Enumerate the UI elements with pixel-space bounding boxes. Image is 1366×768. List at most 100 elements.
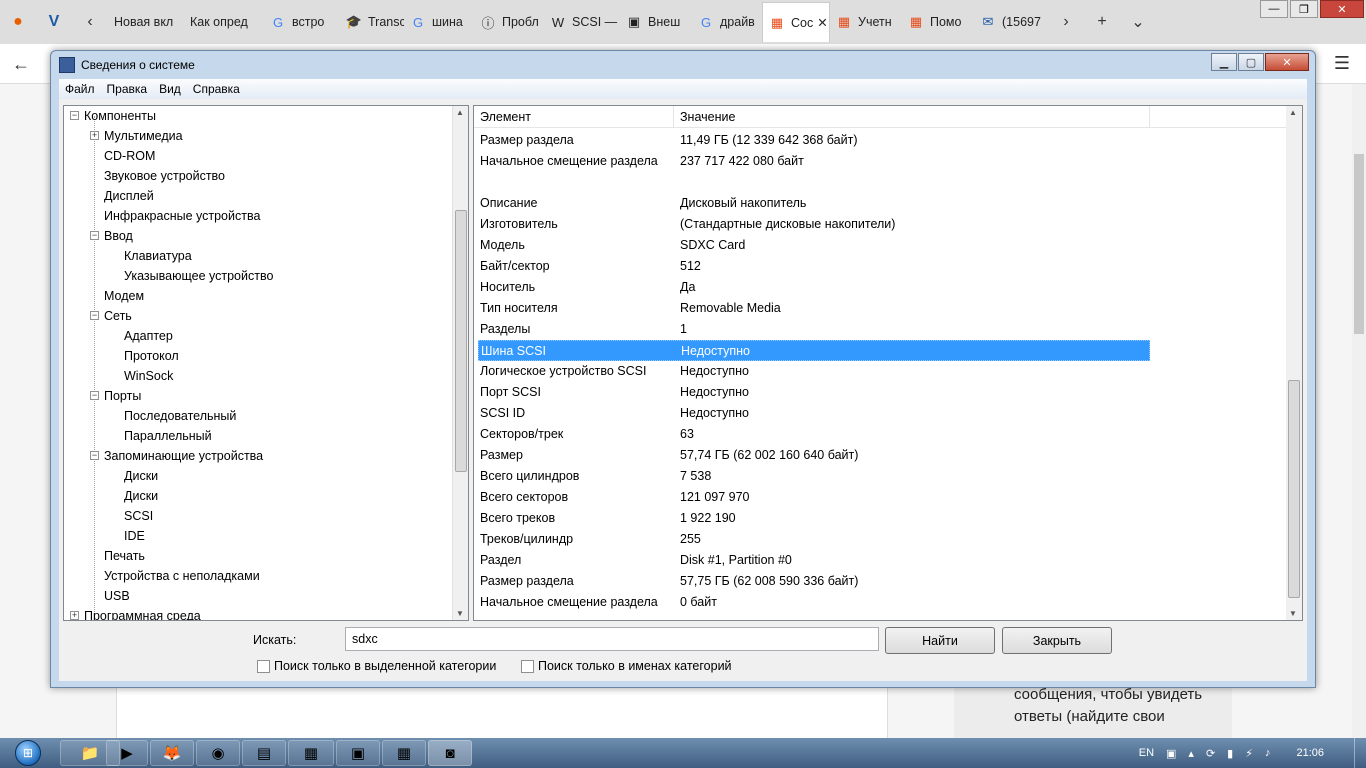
close-icon[interactable]: ✕: [1265, 53, 1309, 71]
collapse-icon[interactable]: −: [70, 111, 79, 120]
list-scroll-thumb[interactable]: [1288, 380, 1300, 598]
window-titlebar[interactable]: Сведения о системе ▁ ▢ ✕: [51, 51, 1315, 79]
list-row[interactable]: Байт/сектор 512: [478, 256, 1150, 277]
tray-sync-icon[interactable]: ⟳: [1206, 747, 1215, 760]
search-category-names-checkbox[interactable]: Поиск только в именах категорий: [521, 659, 732, 673]
tree-item[interactable]: Порты: [104, 386, 141, 406]
menu-view[interactable]: Вид: [159, 82, 181, 96]
tree-item[interactable]: Программная среда: [84, 606, 201, 620]
tree-item[interactable]: Мультимедиа: [104, 126, 183, 146]
close-tab-icon[interactable]: ✕: [817, 15, 827, 30]
show-desktop-button[interactable]: [1354, 738, 1366, 768]
media-player-icon[interactable]: ▶: [106, 740, 148, 766]
tree-item[interactable]: Ввод: [104, 226, 133, 246]
list-row[interactable]: Размер 57,74 ГБ (62 002 160 640 байт): [478, 445, 1150, 466]
collapse-icon[interactable]: −: [90, 311, 99, 320]
firefox-taskbar-icon[interactable]: 🦊: [150, 740, 194, 766]
list-row[interactable]: Логическое устройство SCSI Недоступно: [478, 361, 1150, 382]
checkbox-box[interactable]: [521, 659, 534, 673]
browser-tab[interactable]: Gшина: [404, 2, 474, 42]
tabs-scroll-right-icon[interactable]: ›: [1048, 0, 1084, 44]
search-input[interactable]: [345, 627, 879, 651]
tree-item[interactable]: Звуковое устройство: [104, 166, 225, 186]
clock[interactable]: 21:06: [1296, 747, 1324, 759]
tree-item[interactable]: Протокол: [124, 346, 179, 366]
restore-icon[interactable]: ❐: [1290, 0, 1318, 18]
remote-desktop-icon[interactable]: ▣: [336, 740, 380, 766]
back-arrow-icon[interactable]: ←: [12, 54, 30, 75]
tree-item[interactable]: WinSock: [124, 366, 173, 386]
vivaldi-icon[interactable]: V: [36, 0, 72, 44]
scroll-up-icon[interactable]: ▲: [1289, 108, 1297, 117]
expand-icon[interactable]: +: [70, 611, 79, 620]
tree-item[interactable]: Компоненты: [84, 106, 156, 126]
browser-tab[interactable]: ▦ Помо: [902, 2, 974, 42]
list-row[interactable]: Начальное смещение раздела 0 байт: [478, 592, 1150, 613]
minimize-icon[interactable]: ▁: [1211, 53, 1237, 71]
notepad-icon[interactable]: ▤: [242, 740, 286, 766]
tab-list-chevron-down-icon[interactable]: ⌄: [1120, 0, 1156, 44]
tree-item[interactable]: IDE: [124, 526, 145, 546]
maximize-icon[interactable]: ▢: [1238, 53, 1264, 71]
tray-app-icon[interactable]: ▣: [1166, 747, 1176, 760]
tabs-scroll-left-icon[interactable]: ‹: [72, 0, 108, 44]
scroll-up-icon[interactable]: ▲: [456, 108, 464, 117]
browser-tab[interactable]: Как опред: [184, 2, 264, 42]
list-row[interactable]: Порт SCSI Недоступно: [478, 382, 1150, 403]
list-scrollbar[interactable]: ▲ ▼: [1286, 106, 1302, 620]
browser-tab[interactable]: ⓘ Пробл: [474, 2, 544, 42]
close-button[interactable]: Закрыть: [1002, 627, 1112, 654]
tree-item[interactable]: Запоминающие устройства: [104, 446, 263, 466]
tree-item[interactable]: Указывающее устройство: [124, 266, 273, 286]
collapse-icon[interactable]: −: [90, 231, 99, 240]
list-row[interactable]: Секторов/трек 63: [478, 424, 1150, 445]
toolbox-icon-2[interactable]: ▦: [382, 740, 426, 766]
list-row[interactable]: Всего треков 1 922 190: [478, 508, 1150, 529]
list-row[interactable]: Описание Дисковый накопитель: [478, 193, 1150, 214]
browser-tab[interactable]: W SCSI —: [544, 2, 620, 42]
start-button[interactable]: ⊞: [4, 738, 52, 768]
tray-arrow-icon[interactable]: ▴: [1188, 747, 1194, 760]
tree-item[interactable]: Модем: [104, 286, 144, 306]
menu-file[interactable]: Файл: [65, 82, 95, 96]
browser-tab[interactable]: Gвстро: [264, 2, 340, 42]
tree-item[interactable]: Сеть: [104, 306, 132, 326]
tray-volume-icon[interactable]: ♪: [1265, 747, 1271, 759]
list-row[interactable]: Изготовитель (Стандартные дисковые накопи…: [478, 214, 1150, 235]
tree-item[interactable]: Последовательный: [124, 406, 236, 426]
list-row[interactable]: Начальное смещение раздела 237 717 422 08…: [478, 151, 1150, 172]
browser-tab[interactable]: ✉ (15697: [974, 2, 1048, 42]
scroll-down-icon[interactable]: ▼: [456, 609, 464, 618]
list-row[interactable]: Размер раздела 57,75 ГБ (62 008 590 336 б…: [478, 571, 1150, 592]
minimize-icon[interactable]: —: [1260, 0, 1288, 18]
close-icon[interactable]: ✕: [1320, 0, 1364, 18]
tree-item[interactable]: Дисплей: [104, 186, 154, 206]
list-row[interactable]: Шина SCSI Недоступно: [478, 340, 1150, 361]
scroll-down-icon[interactable]: ▼: [1289, 609, 1297, 618]
tree-item[interactable]: Печать: [104, 546, 145, 566]
collapse-icon[interactable]: −: [90, 451, 99, 460]
tree-item[interactable]: SCSI: [124, 506, 153, 526]
browser-tab[interactable]: ▦ Учетн: [830, 2, 902, 42]
tree-item[interactable]: Инфракрасные устройства: [104, 206, 260, 226]
list-row[interactable]: Треков/цилиндр 255: [478, 529, 1150, 550]
list-row[interactable]: Всего цилиндров 7 538: [478, 466, 1150, 487]
tree-item[interactable]: Диски: [124, 466, 158, 486]
tree-item[interactable]: Клавиатура: [124, 246, 192, 266]
hamburger-menu-icon[interactable]: ☰: [1334, 53, 1350, 74]
collapse-icon[interactable]: −: [90, 391, 99, 400]
search-selected-category-checkbox[interactable]: Поиск только в выделенной категории: [257, 659, 496, 673]
list-row[interactable]: [478, 172, 1150, 193]
menu-edit[interactable]: Правка: [107, 82, 148, 96]
column-header-value[interactable]: Значение: [674, 106, 1150, 128]
list-row[interactable]: Тип носителя Removable Media: [478, 298, 1150, 319]
browser-tab[interactable]: Новая вкл: [108, 2, 184, 42]
tray-book-icon[interactable]: ▮: [1227, 747, 1233, 760]
tree-item[interactable]: Адаптер: [124, 326, 173, 346]
browser-tab[interactable]: ▦ Сос ✕: [762, 2, 830, 42]
tree-item[interactable]: USB: [104, 586, 130, 606]
chrome-icon[interactable]: ◉: [196, 740, 240, 766]
expand-icon[interactable]: +: [90, 131, 99, 140]
tree-scrollbar[interactable]: ▲ ▼: [452, 106, 468, 620]
tree-scroll-thumb[interactable]: [455, 210, 467, 472]
